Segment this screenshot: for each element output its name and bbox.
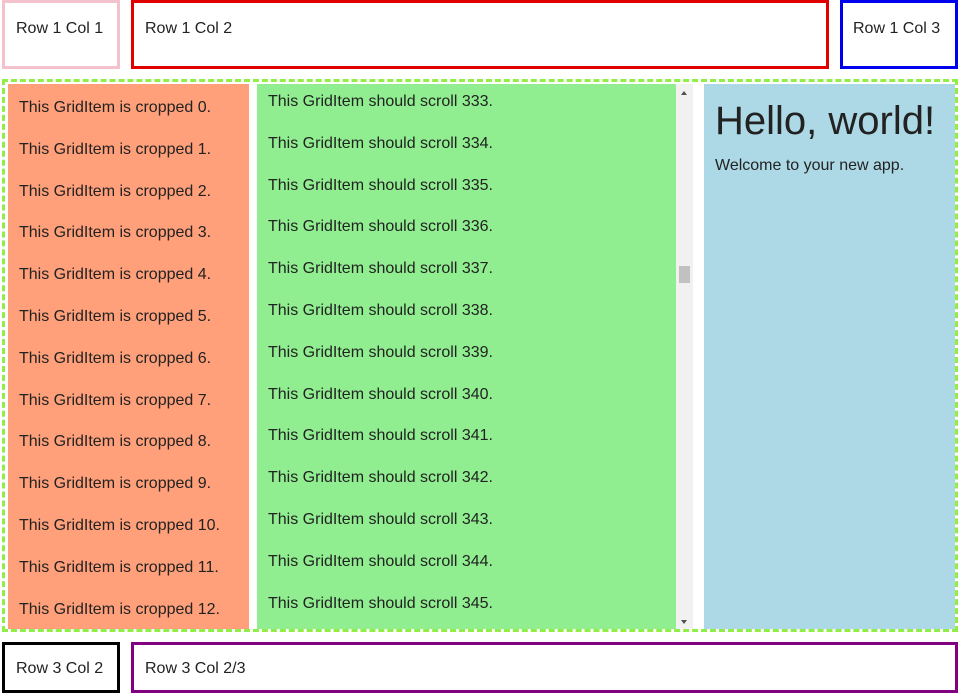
- cropped-list-item: This GridItem is cropped 7.: [19, 391, 212, 409]
- cropped-list-item: This GridItem is cropped 10.: [19, 517, 220, 534]
- row1-col1-label: Row 1 Col 1: [16, 20, 104, 37]
- scroll-list-item: This GridItem should scroll 338.: [268, 302, 493, 319]
- row1-col2-label: Row 1 Col 2: [145, 20, 233, 37]
- scroll-list-item: This GridItem should scroll 335.: [268, 176, 493, 194]
- cropped-list-item: This GridItem is cropped 2.: [19, 182, 212, 200]
- cropped-list-item: This GridItem is cropped 4.: [19, 266, 212, 284]
- scroll-panel[interactable]: This GridItem should scroll 333. This Gri…: [257, 84, 676, 629]
- cropped-list-item: This GridItem is cropped 5.: [19, 308, 212, 325]
- cropped-list-item: This GridItem is cropped 12.: [19, 600, 220, 618]
- cropped-list-item: This GridItem is cropped 9.: [19, 475, 212, 493]
- hello-panel: Hello, world! Welcome to your new app.: [704, 84, 955, 629]
- row1-col3-label: Row 1 Col 3: [853, 20, 941, 37]
- cropped-list-item: This GridItem is cropped 11.: [19, 558, 219, 576]
- cropped-list-item: This GridItem is cropped 1.: [19, 140, 212, 158]
- scroll-list-item: This GridItem should scroll 340.: [268, 385, 493, 403]
- scroll-list-item: This GridItem should scroll 344.: [268, 552, 493, 570]
- row3-col23-cell: Row 3 Col 2/3: [131, 642, 958, 693]
- middle-grid-row: This GridItem is cropped 0. This GridItem…: [2, 79, 958, 632]
- vertical-scrollbar[interactable]: [676, 84, 693, 629]
- hello-subtitle: Welcome to your new app.: [715, 157, 905, 174]
- cropped-list-item: This GridItem is cropped 3.: [19, 224, 212, 242]
- row3-col23-label: Row 3 Col 2/3: [145, 660, 246, 677]
- row3-col2-label: Row 3 Col 2: [16, 660, 104, 677]
- scroll-list-item: This GridItem should scroll 343.: [268, 511, 493, 528]
- cropped-list-item: This GridItem is cropped 8.: [19, 433, 212, 451]
- row1-col3-cell: Row 1 Col 3: [840, 0, 958, 69]
- scroll-thumb[interactable]: [679, 266, 690, 283]
- row3-col2-cell: Row 3 Col 2: [2, 642, 120, 693]
- scroll-up-arrow-icon[interactable]: [681, 91, 687, 95]
- scroll-list-item: This GridItem should scroll 342.: [268, 469, 493, 487]
- scroll-list-item: This GridItem should scroll 345.: [268, 594, 493, 612]
- cropped-list-item: This GridItem is cropped 6.: [19, 349, 212, 367]
- cropped-panel: This GridItem is cropped 0. This GridItem…: [8, 84, 249, 629]
- row1-col1-cell: Row 1 Col 1: [2, 0, 120, 69]
- cropped-list-item: This GridItem is cropped 0.: [19, 99, 212, 116]
- page: Row 1 Col 1 Row 1 Col 2 Row 1 Col 3 This…: [0, 0, 962, 695]
- scroll-list-item: This GridItem should scroll 341.: [268, 427, 493, 445]
- row1-col2-cell: Row 1 Col 2: [131, 0, 829, 69]
- scroll-list-item: This GridItem should scroll 333.: [268, 93, 493, 110]
- hello-title: Hello, world!: [715, 99, 936, 143]
- scroll-list-item: This GridItem should scroll 336.: [268, 218, 493, 236]
- scroll-list-item: This GridItem should scroll 334.: [268, 134, 493, 152]
- scroll-list-item: This GridItem should scroll 339.: [268, 343, 493, 361]
- scroll-down-arrow-icon[interactable]: [681, 620, 687, 624]
- scroll-list-item: This GridItem should scroll 337.: [268, 260, 493, 278]
